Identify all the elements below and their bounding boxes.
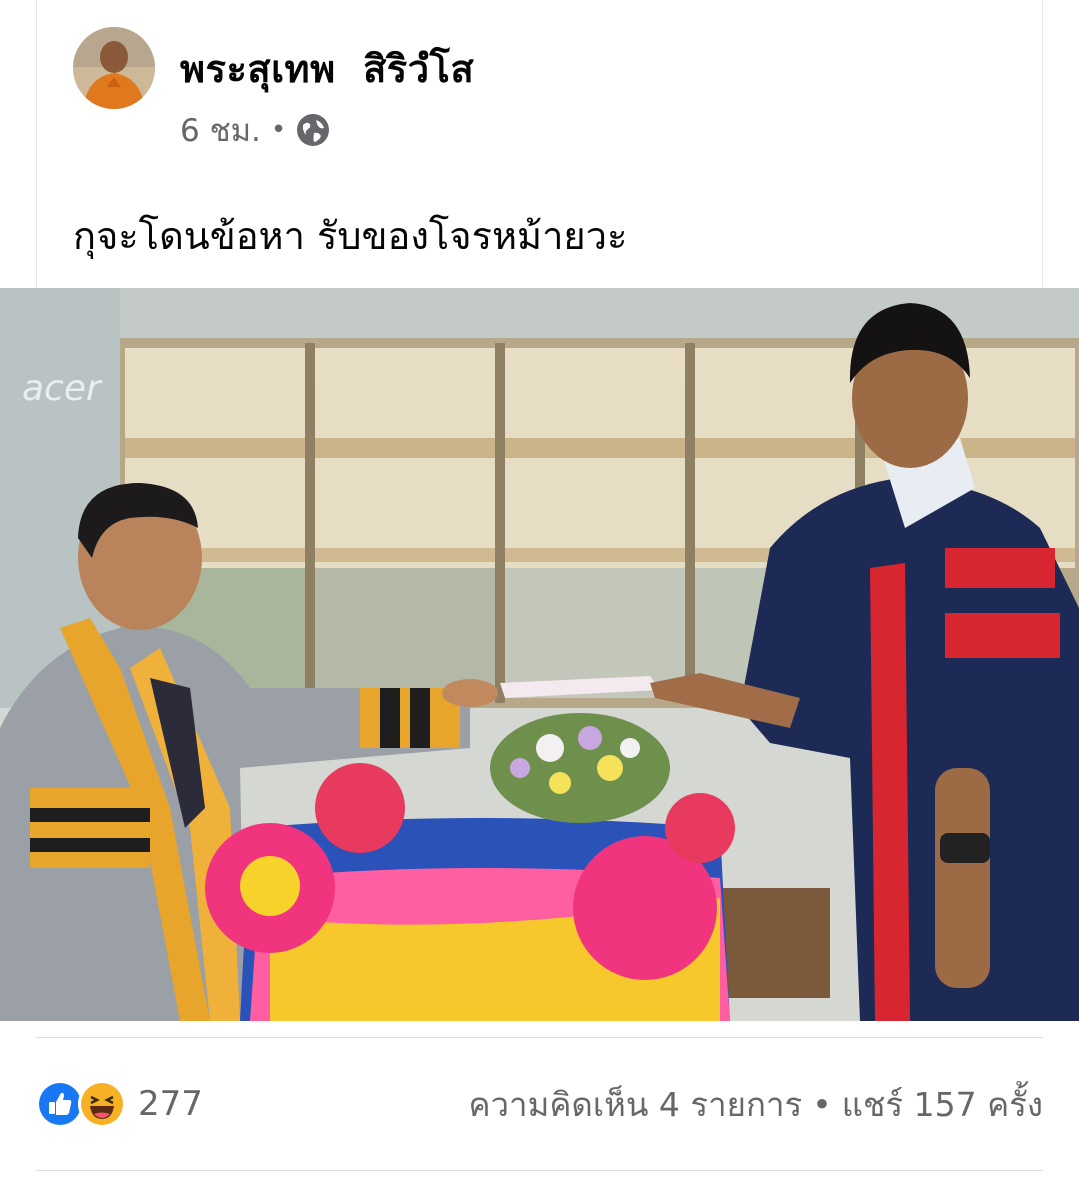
post-time[interactable]: 6 ชม. [180,105,261,155]
reaction-count[interactable]: 277 [138,1084,203,1124]
author-name[interactable]: พระสุเทพ สิริวํโส [180,38,474,99]
like-icon [36,1080,84,1128]
post-stats: ความคิดเห็น 4 รายการ • แชร์ 157 ครั้ง [468,1080,1043,1128]
facebook-post: พระสุเทพ สิริวํโส 6 ชม. • กุจะโดนข้อหา ร… [0,0,1079,1188]
globe-icon[interactable] [296,113,330,147]
author-avatar[interactable] [73,27,155,109]
shares-count[interactable]: แชร์ 157 ครั้ง [842,1078,1043,1131]
comments-count[interactable]: ความคิดเห็น 4 รายการ [468,1078,802,1131]
post-caption: กุจะโดนข้อหา รับของโจรหม้ายวะ [73,214,628,258]
divider [36,1037,1043,1038]
meta-separator: • [270,115,287,145]
haha-icon [78,1080,126,1128]
post-meta: 6 ชม. • [180,108,330,152]
screen-logo-text: acer [22,368,103,409]
post-photo[interactable]: acer [0,288,1079,1021]
reactions-summary[interactable]: 277 [36,1078,203,1130]
stats-separator: • [812,1084,832,1124]
card-border-right [1042,0,1043,290]
card-border-left [36,0,37,290]
divider-bottom [36,1170,1043,1171]
